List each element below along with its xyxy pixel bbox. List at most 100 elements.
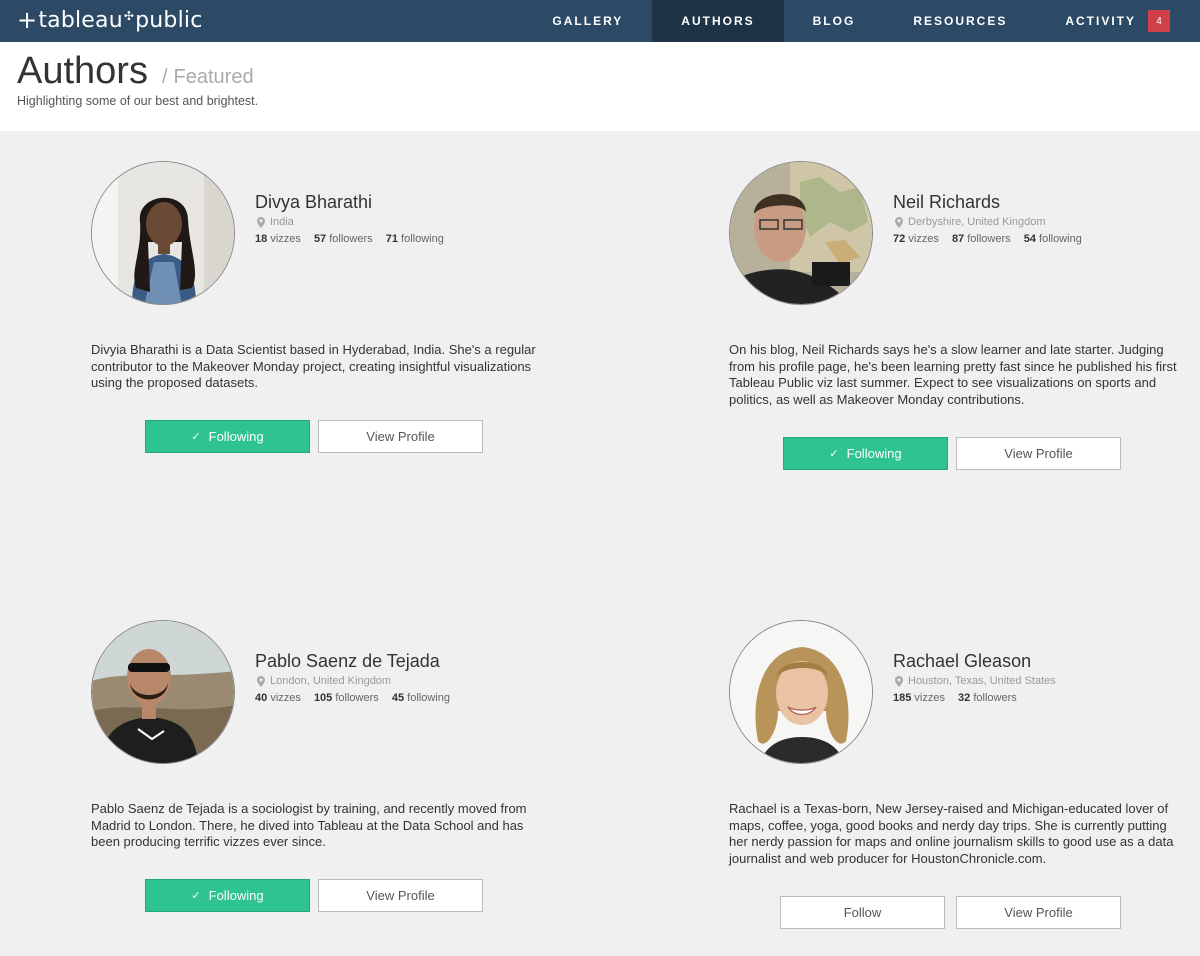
- followers-number: 32: [958, 692, 971, 704]
- page-subtitle: Highlighting some of our best and bright…: [17, 94, 259, 108]
- author-location: Houston, Texas, United States: [895, 675, 1056, 687]
- following-button[interactable]: ✓ Following: [145, 420, 310, 453]
- followers-count[interactable]: 32 followers: [958, 692, 1017, 704]
- nav-activity[interactable]: ACTIVITY 4: [1036, 0, 1200, 42]
- author-stats: 72 vizzes 87 followers 54 following: [893, 233, 1092, 245]
- tableau-public-logo[interactable]: + tableau ✣ public: [17, 6, 203, 34]
- view-profile-label: View Profile: [366, 429, 435, 444]
- nav-blog-label: BLOG: [812, 14, 856, 28]
- author-location: Derbyshire, United Kingdom: [895, 216, 1046, 228]
- view-profile-label: View Profile: [366, 888, 435, 903]
- followers-number: 87: [951, 233, 965, 245]
- view-profile-label: View Profile: [1004, 446, 1073, 461]
- following-count[interactable]: 45 following: [392, 692, 450, 704]
- breadcrumb: Authors / Featured: [17, 50, 254, 93]
- author-bio: Pablo Saenz de Tejada is a sociologist b…: [91, 801, 527, 849]
- vizzes-label: vizzes: [914, 692, 945, 704]
- nav-resources[interactable]: RESOURCES: [884, 0, 1036, 42]
- vizzes-label: vizzes: [270, 692, 301, 704]
- followers-label: followers: [973, 692, 1017, 704]
- location-pin-icon: [895, 216, 903, 228]
- author-location: London, United Kingdom: [257, 675, 391, 687]
- author-name[interactable]: Rachael Gleason: [893, 651, 1031, 672]
- check-icon: ✓: [191, 890, 201, 902]
- vizzes-label: vizzes: [270, 233, 301, 245]
- followers-number: 57: [313, 233, 327, 245]
- avatar-photo: [92, 621, 234, 763]
- nav-gallery-label: GALLERY: [552, 14, 624, 28]
- following-button[interactable]: ✓ Following: [145, 879, 310, 912]
- nav-blog[interactable]: BLOG: [784, 0, 885, 42]
- nav-authors[interactable]: AUTHORS: [652, 0, 784, 42]
- sparkle-logo-icon: ✣: [123, 9, 135, 23]
- author-stats: 40 vizzes 105 followers 45 following: [255, 692, 460, 704]
- view-profile-button[interactable]: View Profile: [956, 896, 1121, 929]
- nav-activity-label: ACTIVITY: [1065, 14, 1136, 28]
- following-count[interactable]: 71 following: [386, 233, 444, 245]
- view-profile-button[interactable]: View Profile: [318, 879, 483, 912]
- followers-label: followers: [967, 233, 1011, 245]
- following-button-label: Following: [208, 429, 264, 444]
- vizzes-count[interactable]: 18 vizzes: [255, 233, 301, 245]
- author-bio: Divyia Bharathi is a Data Scientist base…: [91, 342, 536, 390]
- nav-gallery[interactable]: GALLERY: [523, 0, 652, 42]
- following-label: following: [1039, 233, 1082, 245]
- location-pin-icon: [257, 675, 265, 687]
- author-stats: 185 vizzes 32 followers: [893, 692, 1027, 704]
- author-name[interactable]: Pablo Saenz de Tejada: [255, 651, 440, 672]
- follow-button-label: Follow: [843, 905, 882, 920]
- activity-count-badge[interactable]: 4: [1148, 10, 1170, 32]
- avatar-photo: [730, 162, 872, 304]
- location-pin-icon: [257, 216, 265, 228]
- avatar[interactable]: [91, 161, 235, 305]
- view-profile-button[interactable]: View Profile: [956, 437, 1121, 470]
- location-text: Houston, Texas, United States: [908, 675, 1056, 687]
- following-label: following: [401, 233, 444, 245]
- followers-count[interactable]: 87 followers: [952, 233, 1011, 245]
- following-number: 54: [1023, 233, 1036, 245]
- location-text: India: [270, 216, 294, 228]
- avatar-photo: [730, 621, 872, 763]
- avatar[interactable]: [729, 620, 873, 764]
- nav-resources-label: RESOURCES: [913, 14, 1008, 28]
- location-pin-icon: [895, 675, 903, 687]
- logo-text-public: public: [135, 7, 203, 33]
- author-stats: 18 vizzes 57 followers 71 following: [255, 233, 454, 245]
- plus-logo-icon: +: [17, 6, 38, 34]
- following-button-label: Following: [846, 446, 902, 461]
- view-profile-label: View Profile: [1004, 905, 1073, 920]
- follow-button[interactable]: Follow: [780, 896, 945, 929]
- breadcrumb-featured: Featured: [173, 66, 254, 88]
- following-number: 45: [391, 692, 405, 704]
- top-navigation-bar: + tableau ✣ public GALLERY AUTHORS BLOG …: [0, 0, 1200, 42]
- following-count[interactable]: 54 following: [1024, 233, 1082, 245]
- location-text: London, United Kingdom: [270, 675, 392, 687]
- vizzes-count[interactable]: 40 vizzes: [255, 692, 301, 704]
- page-title: Authors: [17, 50, 148, 92]
- vizzes-count[interactable]: 185 vizzes: [893, 692, 945, 704]
- author-name[interactable]: Neil Richards: [893, 192, 1000, 213]
- vizzes-count[interactable]: 72 vizzes: [893, 233, 939, 245]
- followers-label: followers: [335, 692, 379, 704]
- check-icon: ✓: [191, 431, 201, 443]
- view-profile-button[interactable]: View Profile: [318, 420, 483, 453]
- author-bio: Rachael is a Texas-born, New Jersey-rais…: [729, 801, 1174, 866]
- following-label: following: [407, 692, 450, 704]
- followers-count[interactable]: 105 followers: [314, 692, 379, 704]
- location-text: Derbyshire, United Kingdom: [908, 216, 1046, 228]
- main-nav: GALLERY AUTHORS BLOG RESOURCES ACTIVITY …: [523, 0, 1200, 42]
- following-button[interactable]: ✓ Following: [783, 437, 948, 470]
- followers-label: followers: [329, 233, 373, 245]
- vizzes-label: vizzes: [908, 233, 939, 245]
- author-location: India: [257, 216, 294, 228]
- avatar-photo: [92, 162, 234, 304]
- page-header: Authors / Featured Highlighting some of …: [0, 42, 1200, 131]
- vizzes-number: 72: [893, 233, 906, 245]
- author-name[interactable]: Divya Bharathi: [255, 192, 372, 213]
- vizzes-number: 40: [255, 692, 268, 704]
- followers-count[interactable]: 57 followers: [314, 233, 373, 245]
- followers-number: 105: [313, 692, 333, 704]
- following-button-label: Following: [208, 888, 264, 903]
- avatar[interactable]: [729, 161, 873, 305]
- avatar[interactable]: [91, 620, 235, 764]
